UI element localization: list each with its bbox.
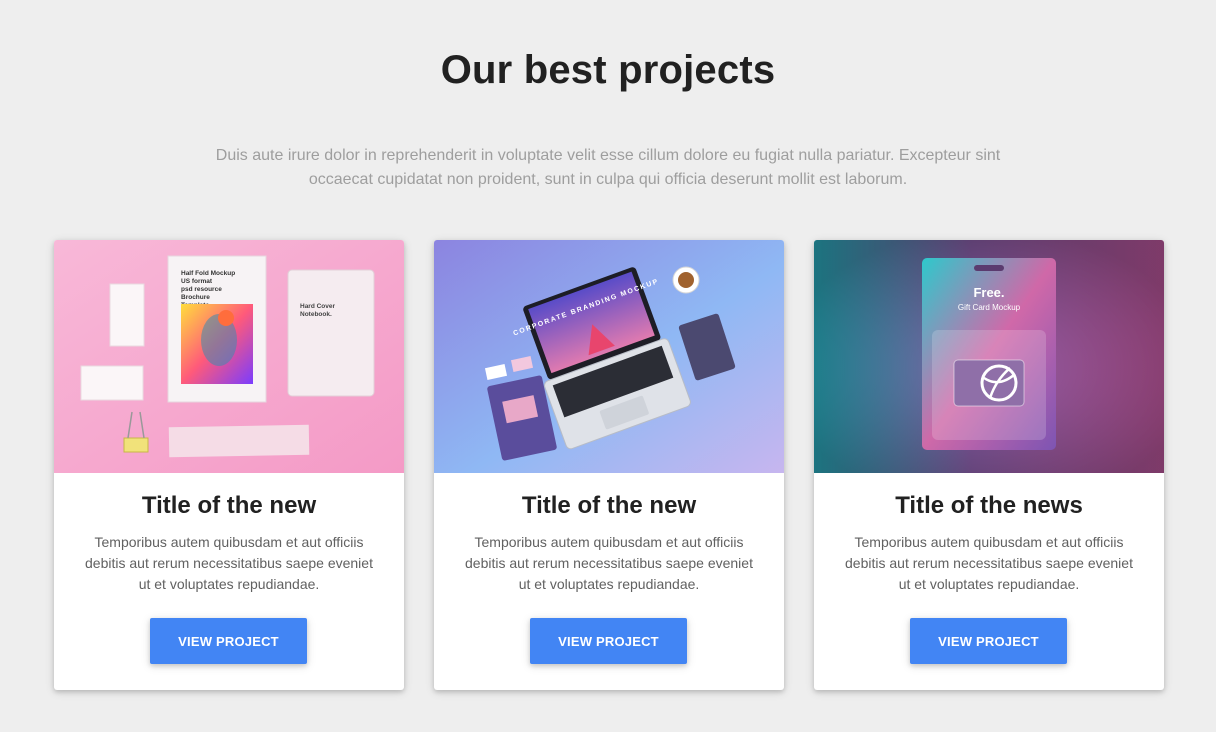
project-image-stationery[interactable]: Half Fold Mockup US format psd resource … xyxy=(54,240,404,473)
card-text: Temporibus autem quibusdam et aut offici… xyxy=(845,534,1133,592)
view-project-button[interactable]: VIEW PROJECT xyxy=(530,618,687,664)
card-title: Title of the new xyxy=(141,492,317,519)
card-text: Temporibus autem quibusdam et aut offici… xyxy=(465,534,753,592)
view-project-button[interactable]: VIEW PROJECT xyxy=(150,618,307,664)
card-text: Temporibus autem quibusdam et aut offici… xyxy=(85,534,373,592)
card-title: Title of the new xyxy=(521,492,697,519)
section-title: Our best projects xyxy=(440,48,776,92)
section-description: Duis aute irure dolor in reprehenderit i… xyxy=(215,147,1001,188)
project-card: CORPORATE BRANDING MOCKUP Title of the n… xyxy=(434,240,784,690)
project-image-gift-card[interactable]: Free. Gift Card Mockup xyxy=(814,240,1164,473)
project-card: Free. Gift Card Mockup Title of the news… xyxy=(814,240,1164,690)
business-card-icon xyxy=(109,283,145,347)
gift-card-headline: Free. xyxy=(973,285,1004,300)
project-card: Half Fold Mockup US format psd resource … xyxy=(54,240,404,690)
card-title: Title of the news xyxy=(895,492,1083,519)
notebook-label: Hard Cover Notebook. xyxy=(300,303,337,318)
project-cards: Half Fold Mockup US format psd resource … xyxy=(54,240,1164,690)
projects-section: Our best projects Duis aute irure dolor … xyxy=(0,0,1216,732)
binder-clip-icon xyxy=(123,437,149,453)
gift-card-subline: Gift Card Mockup xyxy=(958,303,1021,312)
view-project-button[interactable]: VIEW PROJECT xyxy=(910,618,1067,664)
project-image-laptop[interactable]: CORPORATE BRANDING MOCKUP xyxy=(434,240,784,473)
